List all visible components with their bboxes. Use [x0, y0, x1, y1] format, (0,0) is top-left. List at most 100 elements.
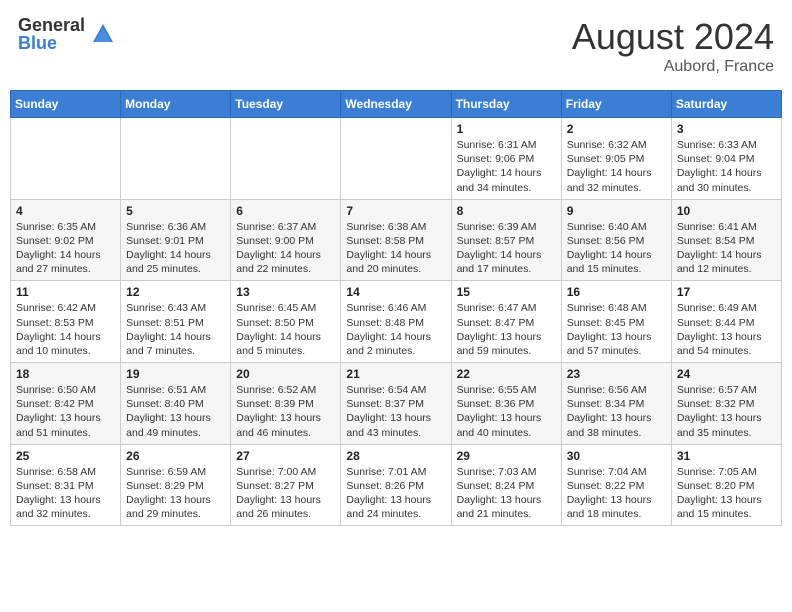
- logo: General Blue: [18, 16, 117, 52]
- day-number: 8: [457, 204, 556, 218]
- day-number: 15: [457, 285, 556, 299]
- weekday-header-wednesday: Wednesday: [341, 91, 451, 118]
- calendar-cell: [341, 118, 451, 200]
- day-info: Sunrise: 6:32 AM Sunset: 9:05 PM Dayligh…: [567, 138, 666, 195]
- calendar-cell: 12 Sunrise: 6:43 AM Sunset: 8:51 PM Dayli…: [121, 281, 231, 363]
- logo-general-text: General: [18, 16, 85, 34]
- day-info: Sunrise: 6:48 AM Sunset: 8:45 PM Dayligh…: [567, 301, 666, 358]
- weekday-header-friday: Friday: [561, 91, 671, 118]
- calendar-cell: 14Sunrise: 6:46 AM Sunset: 8:48 PM Dayli…: [341, 281, 451, 363]
- day-number: 12: [126, 285, 225, 299]
- title-block: August 2024 Aubord, France: [572, 16, 774, 76]
- day-info: Sunrise: 6:46 AM Sunset: 8:48 PM Dayligh…: [346, 301, 445, 358]
- day-info: Sunrise: 6:55 AM Sunset: 8:36 PM Dayligh…: [457, 383, 556, 440]
- day-number: 27: [236, 449, 335, 463]
- day-info: Sunrise: 7:03 AM Sunset: 8:24 PM Dayligh…: [457, 465, 556, 522]
- calendar-cell: [121, 118, 231, 200]
- day-info: Sunrise: 6:59 AM Sunset: 8:29 PM Dayligh…: [126, 465, 225, 522]
- logo-blue-text: Blue: [18, 34, 85, 52]
- calendar-cell: 28 Sunrise: 7:01 AM Sunset: 8:26 PM Dayli…: [341, 444, 451, 526]
- day-number: 10: [677, 204, 776, 218]
- calendar-cell: 10 Sunrise: 6:41 AM Sunset: 8:54 PM Dayli…: [671, 199, 781, 281]
- day-number: 5: [126, 204, 225, 218]
- calendar-cell: 8Sunrise: 6:39 AM Sunset: 8:57 PM Daylig…: [451, 199, 561, 281]
- day-number: 3: [677, 122, 776, 136]
- logo-icon: [89, 20, 117, 48]
- calendar-cell: 1 Sunrise: 6:31 AM Sunset: 9:06 PM Daylig…: [451, 118, 561, 200]
- calendar-cell: 7 Sunrise: 6:38 AM Sunset: 8:58 PM Daylig…: [341, 199, 451, 281]
- day-number: 21: [346, 367, 445, 381]
- calendar-cell: 11Sunrise: 6:42 AM Sunset: 8:53 PM Dayli…: [11, 281, 121, 363]
- day-number: 4: [16, 204, 115, 218]
- day-number: 6: [236, 204, 335, 218]
- day-info: Sunrise: 6:36 AM Sunset: 9:01 PM Dayligh…: [126, 220, 225, 277]
- calendar-cell: 15 Sunrise: 6:47 AM Sunset: 8:47 PM Dayli…: [451, 281, 561, 363]
- calendar-cell: 18 Sunrise: 6:50 AM Sunset: 8:42 PM Dayli…: [11, 363, 121, 445]
- week-row-3: 11Sunrise: 6:42 AM Sunset: 8:53 PM Dayli…: [11, 281, 782, 363]
- day-info: Sunrise: 6:50 AM Sunset: 8:42 PM Dayligh…: [16, 383, 115, 440]
- day-info: Sunrise: 6:42 AM Sunset: 8:53 PM Dayligh…: [16, 301, 115, 358]
- calendar-cell: 2 Sunrise: 6:32 AM Sunset: 9:05 PM Daylig…: [561, 118, 671, 200]
- calendar-cell: 20 Sunrise: 6:52 AM Sunset: 8:39 PM Dayli…: [231, 363, 341, 445]
- calendar-cell: 3 Sunrise: 6:33 AM Sunset: 9:04 PM Daylig…: [671, 118, 781, 200]
- calendar-cell: 6Sunrise: 6:37 AM Sunset: 9:00 PM Daylig…: [231, 199, 341, 281]
- day-number: 24: [677, 367, 776, 381]
- day-number: 13: [236, 285, 335, 299]
- calendar-cell: 21 Sunrise: 6:54 AM Sunset: 8:37 PM Dayli…: [341, 363, 451, 445]
- day-info: Sunrise: 6:56 AM Sunset: 8:34 PM Dayligh…: [567, 383, 666, 440]
- day-number: 26: [126, 449, 225, 463]
- weekday-header-tuesday: Tuesday: [231, 91, 341, 118]
- day-number: 28: [346, 449, 445, 463]
- day-number: 19: [126, 367, 225, 381]
- day-info: Sunrise: 6:54 AM Sunset: 8:37 PM Dayligh…: [346, 383, 445, 440]
- day-info: Sunrise: 6:52 AM Sunset: 8:39 PM Dayligh…: [236, 383, 335, 440]
- day-number: 18: [16, 367, 115, 381]
- calendar-cell: 25Sunrise: 6:58 AM Sunset: 8:31 PM Dayli…: [11, 444, 121, 526]
- day-info: Sunrise: 7:00 AM Sunset: 8:27 PM Dayligh…: [236, 465, 335, 522]
- weekday-header-saturday: Saturday: [671, 91, 781, 118]
- day-number: 1: [457, 122, 556, 136]
- calendar-cell: 13 Sunrise: 6:45 AM Sunset: 8:50 PM Dayli…: [231, 281, 341, 363]
- day-number: 2: [567, 122, 666, 136]
- month-year: August 2024: [572, 16, 774, 58]
- calendar-cell: 29Sunrise: 7:03 AM Sunset: 8:24 PM Dayli…: [451, 444, 561, 526]
- calendar-cell: [11, 118, 121, 200]
- day-number: 31: [677, 449, 776, 463]
- day-info: Sunrise: 6:33 AM Sunset: 9:04 PM Dayligh…: [677, 138, 776, 195]
- day-number: 23: [567, 367, 666, 381]
- day-number: 9: [567, 204, 666, 218]
- calendar-cell: 22Sunrise: 6:55 AM Sunset: 8:36 PM Dayli…: [451, 363, 561, 445]
- day-info: Sunrise: 6:35 AM Sunset: 9:02 PM Dayligh…: [16, 220, 115, 277]
- day-info: Sunrise: 6:58 AM Sunset: 8:31 PM Dayligh…: [16, 465, 115, 522]
- day-info: Sunrise: 6:31 AM Sunset: 9:06 PM Dayligh…: [457, 138, 556, 195]
- calendar-cell: 30Sunrise: 7:04 AM Sunset: 8:22 PM Dayli…: [561, 444, 671, 526]
- weekday-header-thursday: Thursday: [451, 91, 561, 118]
- day-info: Sunrise: 7:01 AM Sunset: 8:26 PM Dayligh…: [346, 465, 445, 522]
- day-info: Sunrise: 6:51 AM Sunset: 8:40 PM Dayligh…: [126, 383, 225, 440]
- day-info: Sunrise: 7:04 AM Sunset: 8:22 PM Dayligh…: [567, 465, 666, 522]
- day-info: Sunrise: 6:38 AM Sunset: 8:58 PM Dayligh…: [346, 220, 445, 277]
- day-info: Sunrise: 6:47 AM Sunset: 8:47 PM Dayligh…: [457, 301, 556, 358]
- calendar-table: SundayMondayTuesdayWednesdayThursdayFrid…: [10, 90, 782, 526]
- day-info: Sunrise: 7:05 AM Sunset: 8:20 PM Dayligh…: [677, 465, 776, 522]
- calendar-cell: 16 Sunrise: 6:48 AM Sunset: 8:45 PM Dayli…: [561, 281, 671, 363]
- day-number: 20: [236, 367, 335, 381]
- day-info: Sunrise: 6:41 AM Sunset: 8:54 PM Dayligh…: [677, 220, 776, 277]
- calendar-cell: 26 Sunrise: 6:59 AM Sunset: 8:29 PM Dayli…: [121, 444, 231, 526]
- day-number: 16: [567, 285, 666, 299]
- day-info: Sunrise: 6:45 AM Sunset: 8:50 PM Dayligh…: [236, 301, 335, 358]
- calendar-cell: 9 Sunrise: 6:40 AM Sunset: 8:56 PM Daylig…: [561, 199, 671, 281]
- calendar-cell: 5 Sunrise: 6:36 AM Sunset: 9:01 PM Daylig…: [121, 199, 231, 281]
- day-info: Sunrise: 6:57 AM Sunset: 8:32 PM Dayligh…: [677, 383, 776, 440]
- day-info: Sunrise: 6:40 AM Sunset: 8:56 PM Dayligh…: [567, 220, 666, 277]
- calendar-cell: 4 Sunrise: 6:35 AM Sunset: 9:02 PM Daylig…: [11, 199, 121, 281]
- week-row-2: 4 Sunrise: 6:35 AM Sunset: 9:02 PM Daylig…: [11, 199, 782, 281]
- calendar-cell: 24 Sunrise: 6:57 AM Sunset: 8:32 PM Dayli…: [671, 363, 781, 445]
- week-row-5: 25Sunrise: 6:58 AM Sunset: 8:31 PM Dayli…: [11, 444, 782, 526]
- day-info: Sunrise: 6:49 AM Sunset: 8:44 PM Dayligh…: [677, 301, 776, 358]
- day-info: Sunrise: 6:43 AM Sunset: 8:51 PM Dayligh…: [126, 301, 225, 358]
- calendar-cell: 23 Sunrise: 6:56 AM Sunset: 8:34 PM Dayli…: [561, 363, 671, 445]
- week-row-4: 18 Sunrise: 6:50 AM Sunset: 8:42 PM Dayli…: [11, 363, 782, 445]
- day-number: 7: [346, 204, 445, 218]
- page-header: General Blue August 2024 Aubord, France: [10, 10, 782, 82]
